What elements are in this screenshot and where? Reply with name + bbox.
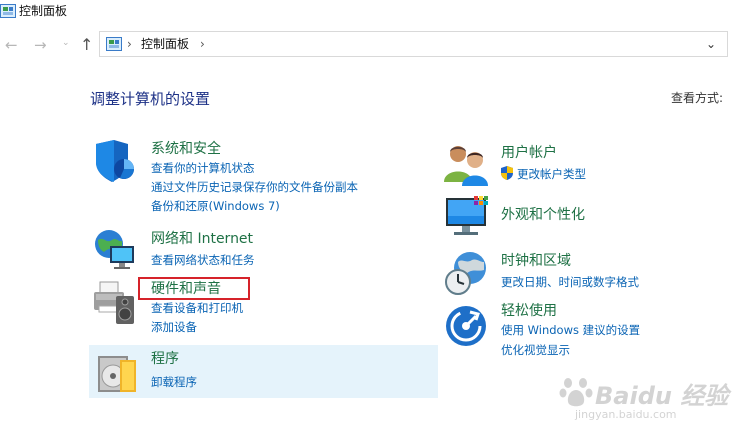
forward-button[interactable]: → (34, 36, 47, 54)
programs-disc-icon (98, 356, 136, 392)
page-title: 调整计算机的设置 (90, 90, 211, 108)
link-uninstall-program[interactable]: 卸载程序 (151, 373, 197, 391)
link-backup-restore[interactable]: 备份和还原(Windows 7) (151, 197, 280, 215)
programs-hover-background (89, 345, 438, 398)
control-panel-icon (106, 37, 122, 51)
baidu-paw-icon (559, 378, 593, 407)
link-recommended-settings[interactable]: 使用 Windows 建议的设置 (501, 321, 640, 339)
back-button[interactable]: ← (5, 36, 18, 54)
link-file-history-backup[interactable]: 通过文件历史记录保存你的文件备份副本 (151, 178, 358, 196)
category-title-appearance[interactable]: 外观和个性化 (501, 205, 585, 225)
shield-icon (96, 140, 134, 182)
category-title-network-internet[interactable]: 网络和 Internet (151, 229, 253, 249)
link-change-account-type[interactable]: 更改帐户类型 (517, 165, 586, 183)
chevron-down-icon[interactable]: ⌄ (706, 36, 716, 52)
breadcrumb-separator[interactable]: › (200, 35, 205, 53)
recent-locations-button[interactable]: ⌄ (62, 38, 70, 48)
network-globe-icon (95, 230, 134, 269)
printer-speaker-icon (94, 281, 134, 324)
link-network-status-tasks[interactable]: 查看网络状态和任务 (151, 251, 255, 269)
link-add-device[interactable]: 添加设备 (151, 318, 197, 336)
category-title-system-security[interactable]: 系统和安全 (151, 139, 221, 159)
category-title-ease-of-access[interactable]: 轻松使用 (501, 301, 557, 321)
category-title-clock-region[interactable]: 时钟和区域 (501, 251, 571, 271)
uac-shield-icon (501, 166, 513, 180)
breadcrumb-separator[interactable]: › (127, 35, 132, 53)
up-button[interactable]: ↑ (80, 35, 93, 54)
breadcrumb-control-panel[interactable]: 控制面板 (141, 35, 189, 53)
category-title-programs[interactable]: 程序 (151, 349, 179, 369)
link-change-date-time-format[interactable]: 更改日期、时间或数字格式 (501, 273, 639, 291)
monitor-palette-icon (446, 196, 488, 235)
view-by-label: 查看方式: (671, 91, 724, 105)
watermark-url: jingyan.baidu.com (575, 408, 677, 421)
ease-of-access-icon (446, 306, 486, 346)
title-bar: 控制面板 (0, 0, 733, 24)
link-devices-printers[interactable]: 查看设备和打印机 (151, 299, 243, 317)
users-icon (444, 146, 488, 186)
link-view-computer-status[interactable]: 查看你的计算机状态 (151, 159, 255, 177)
watermark-text: Baidu 经验 (595, 382, 729, 410)
watermark: Baidu 经验 jingyan.baidu.com (555, 372, 730, 430)
window-title: 控制面板 (19, 4, 68, 18)
clock-globe-icon (445, 252, 486, 295)
link-optimize-visual-display[interactable]: 优化视觉显示 (501, 341, 570, 359)
control-panel-icon (0, 4, 16, 18)
category-title-user-accounts[interactable]: 用户帐户 (501, 143, 557, 163)
address-bar[interactable]: › 控制面板 › ⌄ (99, 31, 728, 57)
category-title-hardware-sound[interactable]: 硬件和声音 (151, 279, 221, 299)
